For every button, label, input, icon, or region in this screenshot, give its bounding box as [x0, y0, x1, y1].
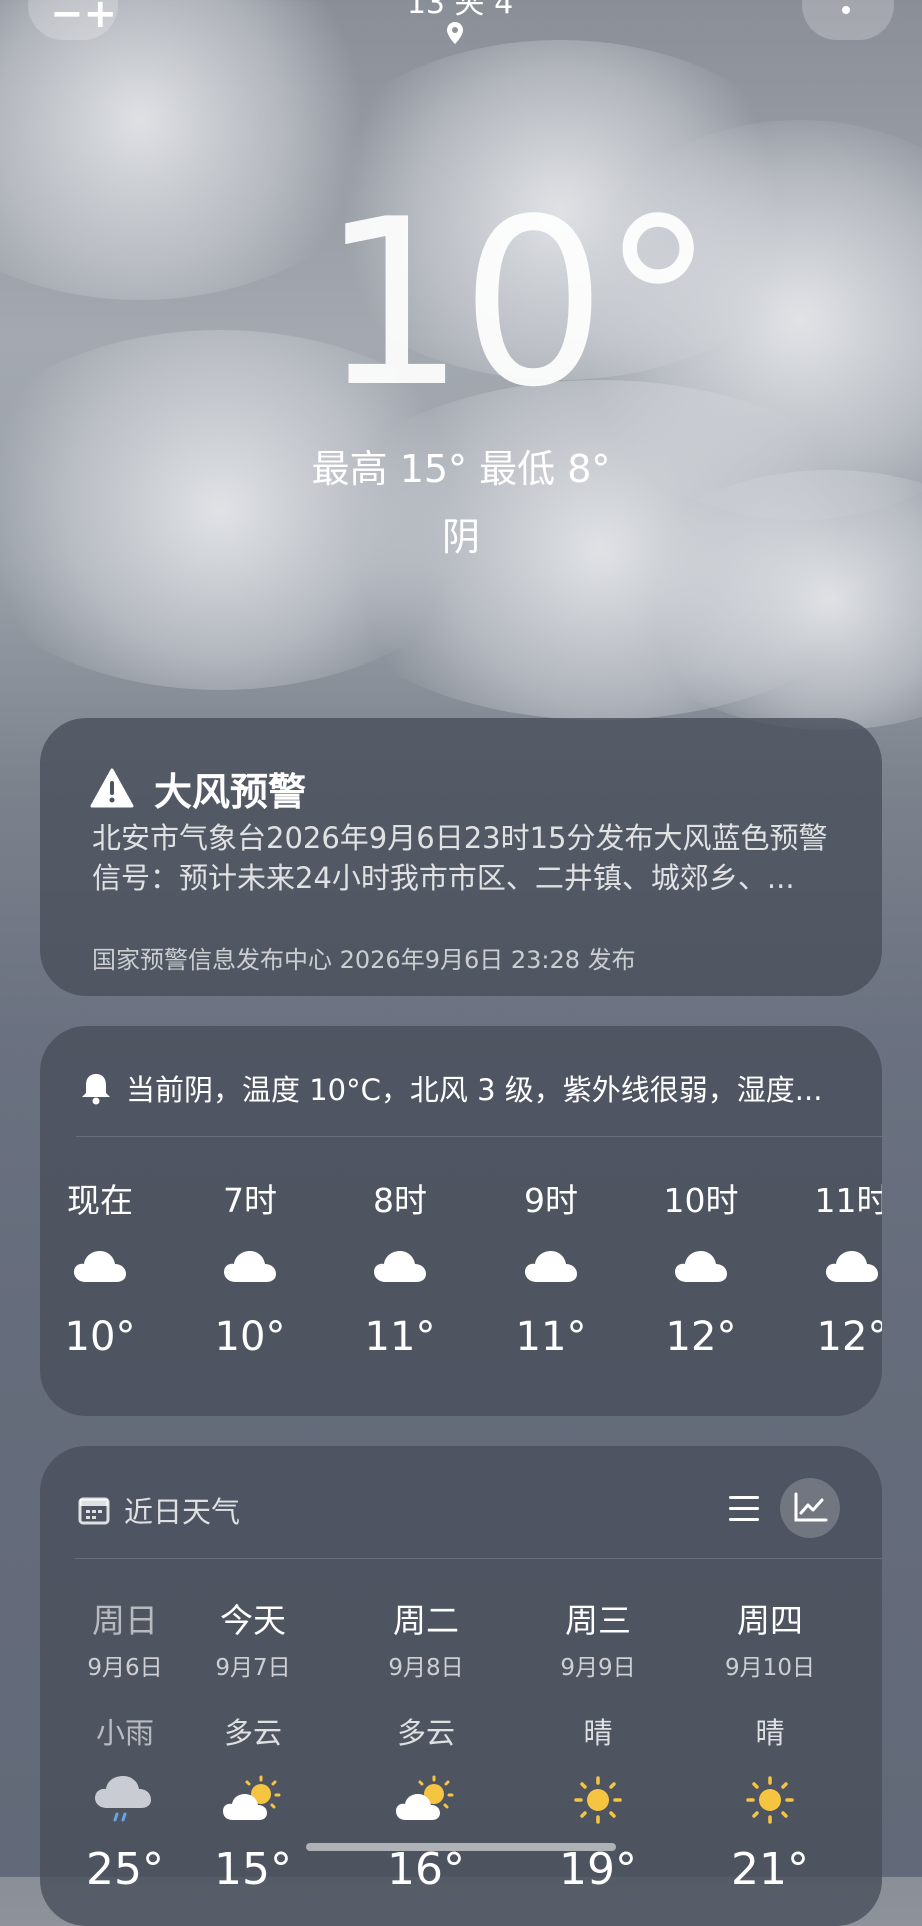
daily-title: 近日天气	[124, 1495, 241, 1529]
more-icon	[842, 6, 850, 14]
rain-cloud-icon	[95, 1776, 151, 1822]
day-condition: 多云	[396, 1716, 455, 1750]
day-temp: 19°	[559, 1844, 637, 1895]
current-temperature: 10°	[320, 171, 716, 438]
day-condition: 晴	[755, 1716, 785, 1750]
hour-item[interactable]: 现在 10°	[40, 1174, 160, 1360]
day-name: 周三	[565, 1601, 631, 1640]
day-condition: 多云	[223, 1716, 282, 1750]
hourly-list[interactable]: 现在 10° 7时 10° 8时 11° 9时 11° 10时 12° 11时 …	[40, 1026, 882, 1416]
alert-description: 北安市气象台2026年9月6日23时15分发布大风蓝色预警 信号：预计未来24小…	[92, 818, 850, 898]
partly-cloudy-icon	[223, 1775, 281, 1820]
hour-label: 9时	[524, 1181, 578, 1220]
hour-temp: 10°	[214, 1314, 286, 1360]
day-date: 9月8日	[388, 1655, 464, 1681]
list-view-icon[interactable]	[726, 1488, 762, 1528]
warning-icon	[90, 768, 134, 808]
daily-forecast-card[interactable]: 近日天气 周日 9月6日 小雨 25° 今天 9月7日 多云 15° 周二 9月…	[40, 1446, 882, 1926]
hour-item[interactable]: 9时 11°	[491, 1174, 611, 1360]
day-name: 今天	[220, 1601, 286, 1640]
city-name[interactable]: 13 夹 4	[380, 0, 540, 22]
day-item[interactable]: 周四 9月10日 晴 21°	[695, 1594, 845, 1895]
cloud-icon	[224, 1251, 276, 1282]
hour-item[interactable]: 11时 12°	[792, 1174, 883, 1360]
current-condition: 阴	[441, 515, 480, 559]
hour-item[interactable]: 10时 12°	[641, 1174, 761, 1360]
hour-temp: 12°	[665, 1314, 737, 1360]
hour-label: 8时	[373, 1181, 427, 1220]
hour-label: 现在	[67, 1181, 133, 1220]
alert-source: 国家预警信息发布中心 2026年9月6日 23:28 发布	[92, 946, 636, 974]
weather-alert-card[interactable]: 大风预警 北安市气象台2026年9月6日23时15分发布大风蓝色预警 信号：预计…	[40, 718, 882, 996]
divider	[74, 1558, 882, 1559]
cloud-icon	[74, 1251, 126, 1282]
hour-label: 10时	[663, 1181, 739, 1220]
day-date: 9月7日	[215, 1655, 291, 1681]
hour-temp: 11°	[515, 1314, 587, 1360]
cloud-icon	[826, 1251, 878, 1282]
day-temp: 21°	[731, 1844, 809, 1895]
cloud-icon	[675, 1251, 727, 1282]
home-indicator[interactable]	[306, 1843, 616, 1851]
cloud-icon	[374, 1251, 426, 1282]
alert-text-line-2: 信号：预计未来24小时我市市区、二井镇、城郊乡、...	[92, 861, 795, 895]
hour-item[interactable]: 8时 11°	[340, 1174, 460, 1360]
location-pin-icon	[447, 22, 463, 44]
day-condition: 晴	[583, 1716, 613, 1750]
day-name: 周四	[737, 1601, 803, 1640]
sun-icon	[574, 1776, 622, 1824]
hour-temp: 10°	[64, 1314, 136, 1360]
cloud-icon	[525, 1251, 577, 1282]
day-temp: 16°	[387, 1844, 465, 1895]
trend-chart-icon	[794, 1492, 828, 1522]
day-date: 9月9日	[560, 1655, 636, 1681]
day-item[interactable]: 今天 9月7日 多云 15°	[178, 1594, 328, 1895]
day-temp: 15°	[214, 1844, 292, 1895]
hour-label: 7时	[223, 1181, 277, 1220]
hour-temp: 11°	[364, 1314, 436, 1360]
alert-title: 大风预警	[154, 769, 307, 814]
sun-icon	[746, 1776, 794, 1824]
calendar-icon	[78, 1497, 110, 1525]
hourly-forecast-card[interactable]: 当前阴，温度 10°C，北风 3 级，紫外线很弱，湿度... 现在 10° 7时…	[40, 1026, 882, 1416]
alert-text-line-1: 北安市气象台2026年9月6日23时15分发布大风蓝色预警	[92, 821, 828, 855]
partly-cloudy-icon	[396, 1775, 454, 1820]
hour-temp: 12°	[816, 1314, 882, 1360]
temperature-range: 最高 15° 最低 8°	[311, 447, 611, 491]
hour-label: 11时	[814, 1181, 883, 1220]
day-date: 9月10日	[725, 1655, 815, 1681]
hour-item[interactable]: 7时 10°	[190, 1174, 310, 1360]
add-city-icon: −+	[50, 0, 118, 37]
day-name: 周二	[393, 1601, 459, 1640]
